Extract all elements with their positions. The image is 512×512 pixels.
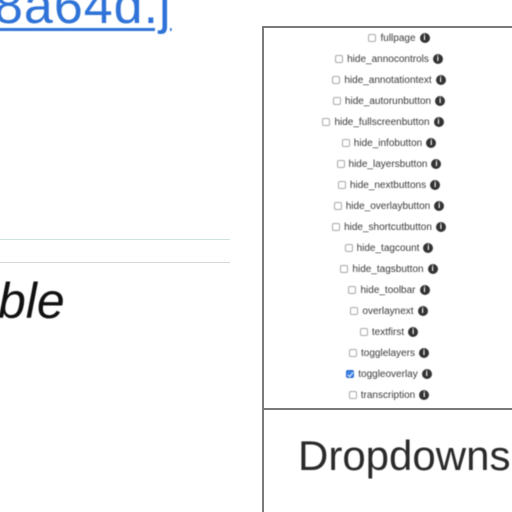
info-icon[interactable]: i: [419, 33, 430, 43]
option-row[interactable]: hide_tagsbutton i: [264, 259, 512, 279]
option-row[interactable]: hide_layersbutton i: [264, 154, 512, 174]
info-icon[interactable]: i: [427, 264, 438, 274]
option-label: overlaynext: [362, 305, 414, 317]
option-row[interactable]: hide_infobutton i: [264, 133, 512, 153]
italic-heading-fragment: ble: [0, 273, 65, 329]
options-panel: fullpage i hide_annocontrols i hide_annotati…: [262, 26, 512, 512]
option-label: hide_shortcutbutton: [344, 221, 432, 233]
option-label: hide_fullscreenbutton: [334, 116, 430, 128]
info-icon[interactable]: i: [426, 138, 437, 148]
option-label: hide_autorunbutton: [344, 95, 432, 107]
option-checkbox[interactable]: [332, 97, 341, 105]
info-icon[interactable]: i: [423, 243, 434, 253]
option-row[interactable]: hide_shortcutbutton i: [264, 217, 512, 237]
option-row[interactable]: hide_annotationtext i: [264, 70, 512, 90]
info-icon[interactable]: i: [435, 222, 446, 232]
option-label: hide_tagcount: [356, 242, 420, 254]
option-checkbox[interactable]: [332, 76, 341, 84]
option-row[interactable]: hide_annocontrols i: [264, 49, 512, 69]
option-row[interactable]: transcription i: [264, 385, 512, 405]
option-row[interactable]: hide_nextbuttons i: [264, 175, 512, 195]
info-icon[interactable]: i: [431, 159, 442, 169]
option-label: hide_overlaybutton: [345, 200, 431, 212]
option-label: hide_annocontrols: [347, 53, 429, 65]
option-row[interactable]: hide_toolbar i: [264, 280, 512, 300]
info-icon[interactable]: i: [417, 306, 428, 316]
option-checkbox[interactable]: [348, 286, 357, 294]
option-label: togglelayers: [361, 347, 415, 359]
option-checkbox[interactable]: [350, 307, 359, 315]
option-row[interactable]: overlaynext i: [264, 301, 512, 321]
option-row[interactable]: hide_tagcount i: [264, 238, 512, 258]
option-label: hide_layersbutton: [348, 158, 428, 170]
option-checkbox[interactable]: [349, 349, 358, 357]
info-icon[interactable]: i: [430, 180, 441, 190]
option-checkbox[interactable]: [336, 160, 345, 168]
option-checkbox[interactable]: [368, 34, 377, 42]
info-icon[interactable]: i: [408, 327, 419, 337]
option-checkbox[interactable]: [359, 328, 368, 336]
option-checkbox[interactable]: [322, 118, 331, 126]
option-checkbox[interactable]: [332, 223, 341, 231]
option-checkbox[interactable]: [333, 202, 342, 210]
option-label: hide_tagsbutton: [352, 263, 424, 275]
option-row[interactable]: fullpage i: [274, 28, 512, 48]
option-label: transcription: [360, 389, 416, 401]
panel-divider: [264, 408, 512, 410]
option-checkbox[interactable]: [337, 181, 346, 189]
option-label: hide_toolbar: [360, 284, 416, 296]
option-row[interactable]: textfirst i: [264, 322, 512, 342]
option-label: fullpage: [380, 32, 416, 44]
option-label: hide_infobutton: [353, 137, 423, 149]
option-checkbox[interactable]: [341, 139, 350, 147]
option-row[interactable]: hide_autorunbutton i: [264, 91, 512, 111]
option-label: hide_nextbuttons: [349, 179, 427, 191]
info-icon[interactable]: i: [435, 96, 446, 106]
info-icon[interactable]: i: [432, 54, 443, 64]
option-row[interactable]: hide_overlaybutton i: [264, 196, 512, 216]
info-icon[interactable]: i: [433, 117, 444, 127]
option-checkbox[interactable]: [346, 370, 355, 378]
option-checkbox[interactable]: [344, 244, 353, 252]
checkbox-list: fullpage i hide_annocontrols i hide_annotati…: [264, 28, 512, 408]
option-label: toggleoverlay: [358, 368, 418, 380]
divider: [0, 239, 230, 240]
info-icon[interactable]: i: [434, 201, 445, 211]
option-row[interactable]: toggleoverlay i: [264, 364, 512, 384]
option-label: textfirst: [371, 326, 405, 338]
info-icon[interactable]: i: [419, 390, 430, 400]
option-row[interactable]: hide_fullscreenbutton i: [258, 112, 508, 132]
option-checkbox[interactable]: [348, 391, 357, 399]
option-checkbox[interactable]: [335, 55, 344, 63]
divider: [0, 262, 230, 263]
link-text[interactable]: 8a64d.j: [0, 0, 172, 36]
dropdowns-heading: Dropdowns: [298, 432, 511, 479]
info-icon[interactable]: i: [418, 348, 429, 358]
option-label: hide_annotationtext: [344, 74, 432, 86]
info-icon[interactable]: i: [435, 75, 446, 85]
option-checkbox[interactable]: [340, 265, 349, 273]
page: 8a64d.j ble fullpage i hide_annocontrols i h…: [0, 0, 512, 512]
option-row[interactable]: togglelayers i: [264, 343, 512, 363]
info-icon[interactable]: i: [419, 285, 430, 295]
info-icon[interactable]: i: [421, 369, 432, 379]
